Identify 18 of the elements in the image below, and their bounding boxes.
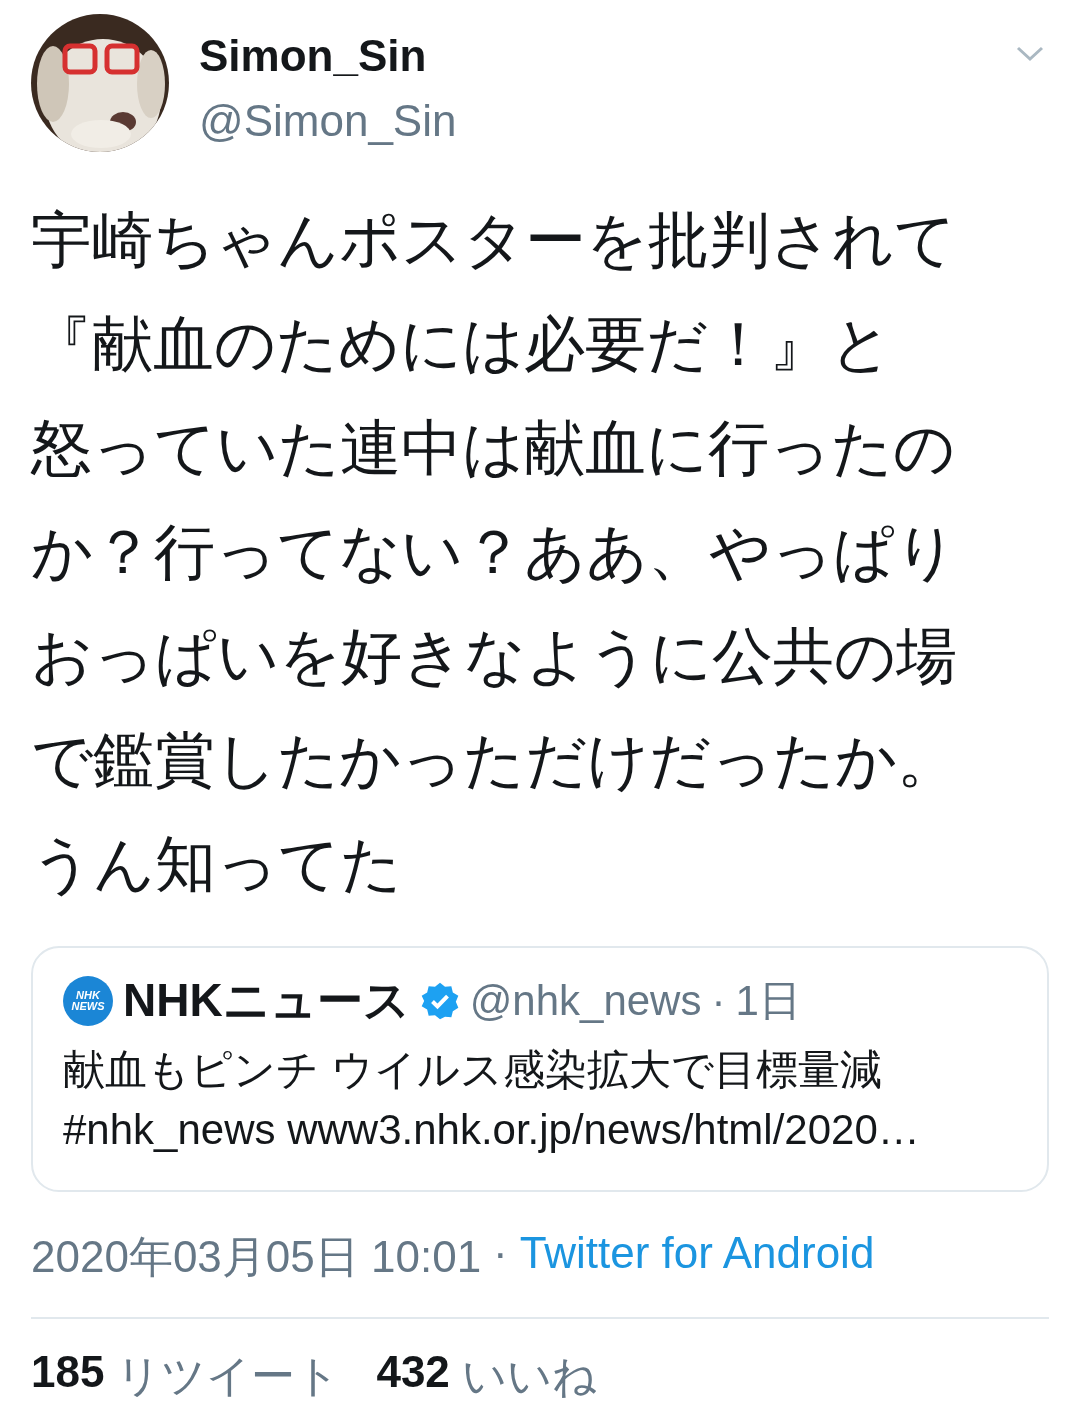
stat-count: 432 (376, 1347, 450, 1398)
quoted-author-name: NHKニュース (123, 973, 410, 1028)
source-link[interactable]: Twitter for Android (519, 1228, 875, 1287)
author-name[interactable]: Simon_Sin (199, 28, 985, 84)
quoted-handle: @nhk_news (469, 977, 702, 1025)
stat-count: 185 (31, 1347, 105, 1398)
author-handle[interactable]: @Simon_Sin (199, 84, 985, 158)
separator-dot: · (493, 1228, 508, 1279)
separator-dot: · (711, 977, 726, 1025)
news-logo: NHK NEWS (63, 976, 113, 1026)
quoted-age: 1日 (735, 976, 801, 1026)
quoted-tweet-text: 献血もピンチ ウイルス感染拡大で目標量減 #nhk_news www3.nhk.or.jp/news/html/2020… (63, 1045, 921, 1155)
tweet-text: 宇崎ちゃんポスターを批判されて 『献血のためには必要だ！』と 怒っていた連中は献血に行ったの か？行ってない？ああ、やっぱり おっぱいを好きなように公共の場 で鑑賞したかっただけだったか。 うん知ってた (31, 203, 959, 901)
timestamp: 2020年03月05日 10:01 (31, 1231, 482, 1283)
chevron-down-icon[interactable] (1015, 44, 1045, 64)
quoted-tweet-card[interactable]: NHK NEWS NHKニュース @nhk_news · 1日 献血もピンチ ウイルス感染拡大で目標量減 #nhk_news www3.nhk.or.jp/news/html/2020… (31, 946, 1049, 1192)
stat-label[interactable]: いいね (461, 1347, 597, 1406)
stat-label[interactable]: リツイート (116, 1347, 341, 1406)
